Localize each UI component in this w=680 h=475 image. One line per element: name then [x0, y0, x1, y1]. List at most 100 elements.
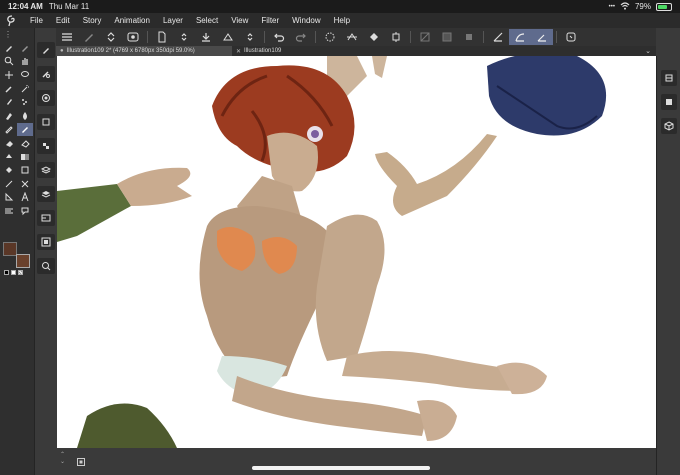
tab-label: Illustration109 — [244, 48, 282, 54]
correct-line-icon[interactable] — [17, 204, 33, 218]
tab-illustration109-2[interactable]: ● Illustration109 2* (4769 x 6780px 350d… — [56, 46, 232, 56]
figure-ruler-icon[interactable] — [1, 191, 17, 205]
frame-icon[interactable] — [17, 177, 33, 191]
settings-icon[interactable] — [560, 29, 582, 45]
blend-icon[interactable] — [17, 109, 33, 123]
material-icon[interactable] — [37, 234, 55, 250]
app-logo-icon[interactable] — [6, 14, 20, 27]
bottom-bar — [56, 448, 656, 475]
layer-panel-icon[interactable] — [661, 70, 677, 86]
selection-fill-icon[interactable] — [458, 29, 480, 45]
tab-label: Illustration109 2* (4769 x 6780px 350dpi… — [66, 48, 195, 54]
color-wheel-icon[interactable] — [37, 114, 55, 130]
menu-filter[interactable]: Filter — [261, 16, 279, 25]
eraser-icon-2[interactable] — [17, 136, 33, 150]
main-color-swatch[interactable] — [3, 242, 17, 256]
menu-select[interactable]: Select — [196, 16, 218, 25]
command-bar — [56, 28, 656, 46]
hamburger-menu-icon[interactable] — [56, 29, 78, 45]
subtool-pen-icon[interactable] — [37, 42, 55, 58]
snap-grid-icon[interactable] — [531, 29, 553, 45]
stamp-icon[interactable] — [1, 150, 17, 164]
layer-property-icon[interactable] — [661, 94, 677, 110]
drawing-canvas[interactable] — [57, 56, 656, 448]
clear-icon[interactable] — [319, 29, 341, 45]
wifi-icon — [620, 1, 630, 12]
save-icon[interactable] — [195, 29, 217, 45]
layer-stack-icon[interactable] — [37, 186, 55, 202]
brush-icon[interactable] — [1, 95, 17, 109]
grip-icon[interactable]: ⋮ — [4, 30, 12, 39]
separator — [410, 31, 411, 43]
cloud-sync-icon[interactable] — [217, 29, 239, 45]
transform-icon[interactable] — [341, 29, 363, 45]
menu-file[interactable]: File — [30, 16, 43, 25]
white-swatch[interactable] — [11, 270, 16, 275]
invert-selection-icon[interactable] — [436, 29, 458, 45]
3d-box-icon[interactable] — [661, 118, 677, 134]
marker-icon[interactable] — [1, 109, 17, 123]
navigator-icon[interactable] — [37, 210, 55, 226]
spray-icon[interactable] — [17, 95, 33, 109]
menu-animation[interactable]: Animation — [114, 16, 150, 25]
subtool-column — [34, 28, 56, 475]
black-swatch[interactable] — [4, 270, 9, 275]
new-file-icon[interactable] — [151, 29, 173, 45]
balloon-icon[interactable] — [1, 204, 17, 218]
ruler-snap-icon[interactable] — [487, 29, 509, 45]
up-down-small-icon[interactable] — [173, 29, 195, 45]
line-icon[interactable] — [1, 177, 17, 191]
tab-illustration109[interactable]: ✕ Illustration109 — [232, 46, 285, 56]
home-indicator[interactable] — [252, 466, 430, 470]
chevron-down-icon[interactable]: ⌄ — [640, 46, 656, 56]
hand-icon[interactable] — [17, 55, 33, 69]
menu-layer[interactable]: Layer — [163, 16, 183, 25]
menu-view[interactable]: View — [231, 16, 248, 25]
up-down-arrows-icon[interactable] — [100, 29, 122, 45]
chevron-up-down-icon[interactable]: ⌃ ⌄ — [60, 452, 65, 466]
artwork-lower-leg — [342, 351, 527, 391]
menu-window[interactable]: Window — [292, 16, 320, 25]
close-tab-icon[interactable]: ● — [60, 48, 64, 54]
magic-wand-icon[interactable] — [17, 82, 33, 96]
pencil-icon[interactable] — [1, 123, 17, 137]
move-icon[interactable] — [1, 68, 17, 82]
snap-special-ruler-icon[interactable] — [509, 29, 531, 45]
lasso-icon[interactable] — [17, 68, 33, 82]
gradient-icon[interactable] — [17, 150, 33, 164]
pen-tool-icon[interactable] — [1, 41, 17, 55]
color-set-icon[interactable] — [37, 138, 55, 154]
eye-preview-icon[interactable] — [122, 29, 144, 45]
text-tool-icon[interactable] — [17, 191, 33, 205]
fill-icon[interactable] — [363, 29, 385, 45]
redo-icon[interactable] — [290, 29, 312, 45]
pen-edit-icon[interactable] — [78, 29, 100, 45]
tool-property-icon[interactable] — [37, 66, 55, 82]
zoom-icon[interactable] — [1, 55, 17, 69]
menu-story[interactable]: Story — [83, 16, 102, 25]
sub-color-swatch[interactable] — [16, 254, 30, 268]
pen-tool-icon-2[interactable] — [17, 41, 33, 55]
fit-screen-icon[interactable] — [76, 457, 86, 467]
artwork-raised-leg — [315, 214, 385, 361]
deselect-icon[interactable] — [414, 29, 436, 45]
layer-icon[interactable] — [37, 162, 55, 178]
undo-icon[interactable] — [268, 29, 290, 45]
eraser-icon[interactable] — [1, 136, 17, 150]
figure-icon[interactable] — [17, 163, 33, 177]
separator — [264, 31, 265, 43]
artwork-right-arm — [375, 134, 497, 216]
transparent-swatch[interactable] — [18, 270, 23, 275]
crop-icon[interactable] — [385, 29, 407, 45]
brush-size-icon[interactable] — [37, 90, 55, 106]
eyedropper-icon[interactable] — [1, 82, 17, 96]
search-icon[interactable] — [37, 258, 55, 274]
status-bar: 12:04 AM Thu Mar 11 ••• 79% — [0, 0, 680, 13]
fill-bucket-icon[interactable] — [1, 163, 17, 177]
close-tab-icon[interactable]: ✕ — [236, 48, 241, 55]
up-down-icon-2[interactable] — [239, 29, 261, 45]
active-pen-tool-icon[interactable] — [17, 122, 33, 137]
menu-help[interactable]: Help — [334, 16, 350, 25]
menu-edit[interactable]: Edit — [56, 16, 70, 25]
color-swatches[interactable] — [2, 240, 32, 282]
